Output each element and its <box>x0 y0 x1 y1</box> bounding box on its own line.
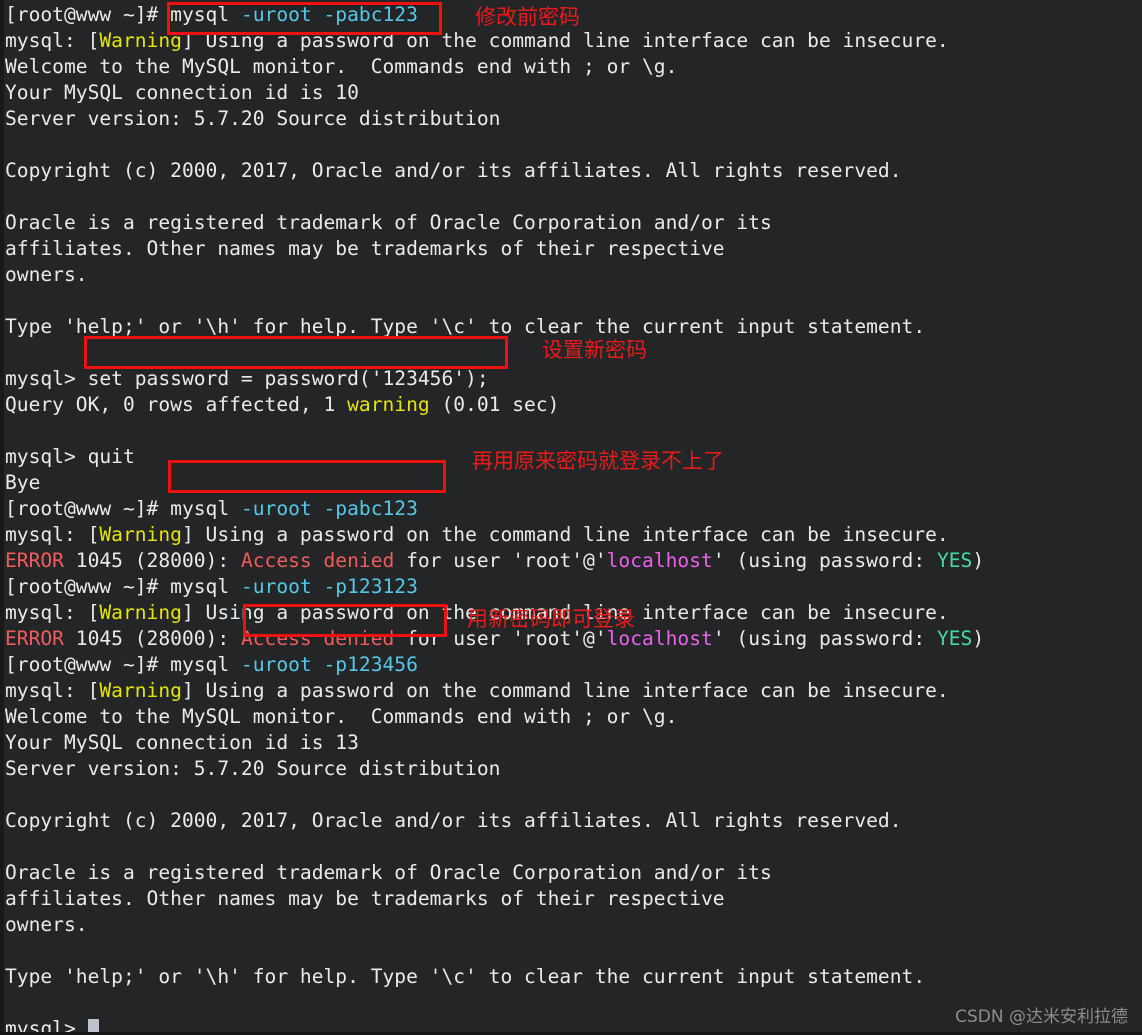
terminal-text-span: [root@www ~]# <box>5 3 171 26</box>
terminal-text-span: Server version: 5.7.20 Source distributi… <box>5 107 501 130</box>
terminal-text-span: mysql: [ <box>5 601 100 624</box>
terminal-line: Oracle is a registered trademark of Orac… <box>5 210 1142 236</box>
terminal-text-span: Warning <box>99 601 182 624</box>
terminal-text-span: [root@www ~]# mysql <box>5 575 241 598</box>
terminal-text-span: Your MySQL connection id is 13 <box>5 731 359 754</box>
terminal-line: mysql: [Warning] Using a password on the… <box>5 522 1142 548</box>
terminal-line: Type 'help;' or '\h' for help. Type '\c'… <box>5 314 1142 340</box>
terminal-text-span: Welcome to the MySQL monitor. Commands e… <box>5 705 678 728</box>
terminal-text-span: Bye <box>5 471 41 494</box>
terminal-text-span: [root@www ~]# mysql <box>5 653 241 676</box>
terminal-line: owners. <box>5 912 1142 938</box>
csdn-watermark: CSDN @达米安利拉德 <box>955 1007 1128 1027</box>
terminal-line: mysql: [Warning] Using a password on the… <box>5 28 1142 54</box>
note-old-password-failed: 再用原来密码就登录不上了 <box>472 449 724 473</box>
terminal-text-span: owners. <box>5 913 88 936</box>
terminal-text-span: warning <box>347 393 430 416</box>
terminal-text-span: ] Using a password on the command line i… <box>181 29 949 52</box>
terminal-text-span: mysql <box>170 497 241 520</box>
terminal-text-span: owners. <box>5 263 88 286</box>
terminal-text-span: ] Using a password on the command line i… <box>181 679 949 702</box>
terminal-text-span: Type 'help;' or '\h' for help. Type '\c'… <box>5 965 926 988</box>
terminal-line: Your MySQL connection id is 13 <box>5 730 1142 756</box>
terminal-text-span: affiliates. Other names may be trademark… <box>5 237 725 260</box>
terminal-text-span: Access denied <box>240 627 395 650</box>
terminal-text-span: ) <box>972 627 985 650</box>
terminal-line: Copyright (c) 2000, 2017, Oracle and/or … <box>5 158 1142 184</box>
terminal-text-span: Type 'help;' or '\h' for help. Type '\c'… <box>5 315 926 338</box>
note-old-password: 修改前密码 <box>475 5 580 29</box>
terminal-line: Copyright (c) 2000, 2017, Oracle and/or … <box>5 808 1142 834</box>
terminal-text-span: ' (using password: <box>712 627 937 650</box>
note-new-password-works: 用新密码即可登录 <box>467 607 635 631</box>
terminal-line: Query OK, 0 rows affected, 1 warning (0.… <box>5 392 1142 418</box>
terminal-text-span: YES <box>936 549 973 572</box>
terminal-line: ERROR 1045 (28000): Access denied for us… <box>5 548 1142 574</box>
terminal-text-span: Warning <box>99 523 182 546</box>
terminal-screenshot: [root@www ~]# mysql -uroot -pabc123 mysql… <box>0 0 1142 1035</box>
terminal-line: Bye <box>5 470 1142 496</box>
terminal-line: Server version: 5.7.20 Source distributi… <box>5 106 1142 132</box>
terminal-text-span: ERROR <box>5 627 64 650</box>
terminal-text-span: mysql> quit <box>5 445 135 468</box>
terminal-text-span: -uroot -p123456 <box>240 653 418 676</box>
terminal-text-span: mysql: [ <box>5 523 100 546</box>
terminal-text-span: Server version: 5.7.20 Source distributi… <box>5 757 501 780</box>
terminal-text-span: [root@www ~]# <box>5 497 171 520</box>
terminal-line: [root@www ~]# mysql -uroot -pabc123 <box>5 496 1142 522</box>
terminal-text-span: localhost <box>606 549 713 572</box>
terminal-text-span: YES <box>936 627 973 650</box>
terminal-text-span: ' (using password: <box>712 549 937 572</box>
terminal-line: mysql> set password = password('123456')… <box>5 366 1142 392</box>
terminal-text-span: mysql> set password = password('123456')… <box>5 367 489 390</box>
terminal-line: Your MySQL connection id is 10 <box>5 80 1142 106</box>
terminal-text-span: Query OK, 0 rows affected, 1 <box>5 393 348 416</box>
screen-left-border <box>0 0 4 1035</box>
terminal-text-span: Oracle is a registered trademark of Orac… <box>5 861 772 884</box>
note-set-new-password: 设置新密码 <box>542 338 647 362</box>
terminal-text-span: ERROR <box>5 549 64 572</box>
terminal-text-span: Warning <box>99 29 182 52</box>
terminal-line: [root@www ~]# mysql -uroot -p123123 <box>5 574 1142 600</box>
terminal-text-span: affiliates. Other names may be trademark… <box>5 887 725 910</box>
terminal-text-span: -uroot -pabc123 <box>240 3 418 26</box>
terminal-text-span: Welcome to the MySQL monitor. Commands e… <box>5 55 678 78</box>
terminal-line: Welcome to the MySQL monitor. Commands e… <box>5 704 1142 730</box>
terminal-line: Welcome to the MySQL monitor. Commands e… <box>5 54 1142 80</box>
terminal-text-span: mysql: [ <box>5 29 100 52</box>
terminal-text-span: mysql: [ <box>5 679 100 702</box>
terminal-text-span: ) <box>972 549 985 572</box>
terminal-line: [root@www ~]# mysql -uroot -p123456 <box>5 652 1142 678</box>
terminal-line: affiliates. Other names may be trademark… <box>5 236 1142 262</box>
terminal-text-span: Oracle is a registered trademark of Orac… <box>5 211 772 234</box>
terminal-line: Server version: 5.7.20 Source distributi… <box>5 756 1142 782</box>
terminal-text-span: (0.01 sec) <box>429 393 560 416</box>
terminal-line: owners. <box>5 262 1142 288</box>
terminal-output[interactable]: [root@www ~]# mysql -uroot -pabc123 mysql… <box>5 0 1142 1035</box>
terminal-line: mysql: [Warning] Using a password on the… <box>5 678 1142 704</box>
terminal-text-span: Copyright (c) 2000, 2017, Oracle and/or … <box>5 809 902 832</box>
terminal-text-span: 1045 (28000): <box>63 627 241 650</box>
terminal-text-span: -uroot -p123123 <box>240 575 418 598</box>
terminal-line: Type 'help;' or '\h' for help. Type '\c'… <box>5 964 1142 990</box>
terminal-text-span: for user 'root'@' <box>394 549 607 572</box>
terminal-text-span: Your MySQL connection id is 10 <box>5 81 359 104</box>
terminal-text-span: 1045 (28000): <box>63 549 241 572</box>
terminal-text-span: Copyright (c) 2000, 2017, Oracle and/or … <box>5 159 902 182</box>
terminal-text-span: mysql <box>170 3 241 26</box>
terminal-line: affiliates. Other names may be trademark… <box>5 886 1142 912</box>
terminal-text-span: -uroot -pabc123 <box>240 497 418 520</box>
terminal-line: Oracle is a registered trademark of Orac… <box>5 860 1142 886</box>
terminal-text-span: ] Using a password on the command line i… <box>181 523 949 546</box>
terminal-text-span: Access denied <box>240 549 395 572</box>
terminal-text-span: Warning <box>99 679 182 702</box>
